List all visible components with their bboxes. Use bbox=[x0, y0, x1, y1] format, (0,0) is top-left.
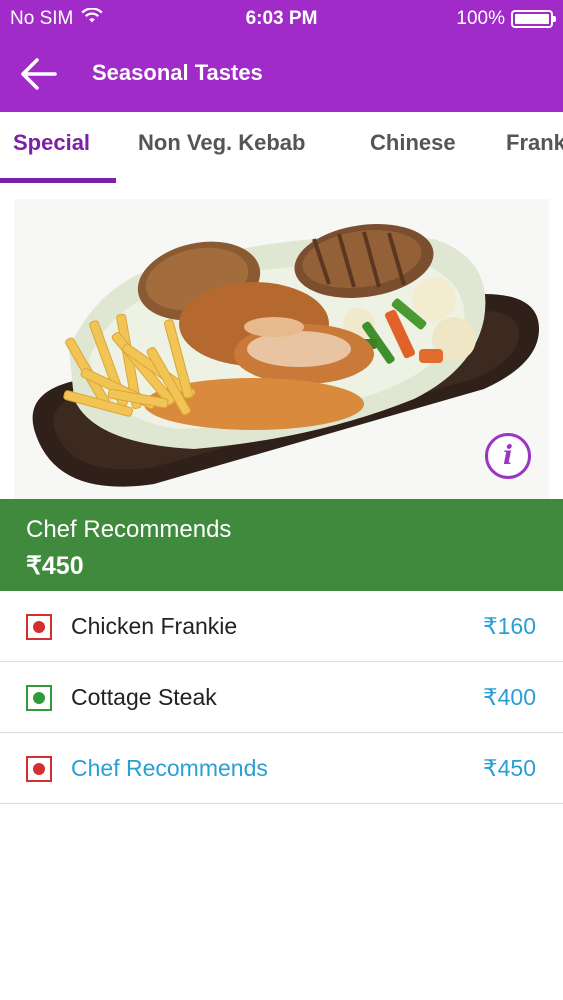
item-price: ₹400 bbox=[482, 684, 536, 710]
menu-list: Chicken Frankie ₹160 Cottage Steak ₹400 … bbox=[0, 591, 563, 804]
item-name: Chef Recommends bbox=[71, 755, 268, 781]
active-tab-indicator bbox=[0, 178, 116, 183]
category-tabs: Special Non Veg. Kebab Chinese Frankie bbox=[0, 112, 563, 184]
featured-name: Chef Recommends bbox=[26, 516, 232, 543]
item-name: Chicken Frankie bbox=[71, 613, 238, 639]
back-button[interactable] bbox=[16, 54, 60, 94]
featured-price: ₹450 bbox=[26, 552, 84, 580]
page-title: Seasonal Tastes bbox=[92, 60, 263, 85]
back-arrow-icon bbox=[21, 58, 57, 90]
item-price: ₹450 bbox=[482, 755, 536, 781]
tab-frankie[interactable]: Frankie bbox=[506, 130, 563, 156]
tab-special[interactable]: Special bbox=[13, 130, 90, 156]
featured-banner: Chef Recommends ₹450 bbox=[0, 499, 563, 591]
battery-percent: 100% bbox=[456, 8, 505, 29]
item-price: ₹160 bbox=[482, 613, 536, 639]
nav-bar: Seasonal Tastes bbox=[0, 36, 563, 112]
non-veg-icon bbox=[26, 614, 52, 640]
status-bar: No SIM 6:03 PM 100% bbox=[0, 0, 563, 36]
status-right: 100% bbox=[456, 8, 556, 30]
info-icon[interactable]: i bbox=[485, 433, 531, 479]
tab-non-veg-kebab[interactable]: Non Veg. Kebab bbox=[138, 130, 305, 156]
list-item[interactable]: Cottage Steak ₹400 bbox=[0, 662, 563, 733]
app-header: No SIM 6:03 PM 100% Seasonal Tastes bbox=[0, 0, 563, 112]
veg-icon bbox=[26, 685, 52, 711]
list-item[interactable]: Chef Recommends ₹450 bbox=[0, 733, 563, 804]
sizzler-plate-illustration bbox=[32, 224, 540, 487]
list-item[interactable]: Chicken Frankie ₹160 bbox=[0, 591, 563, 662]
non-veg-icon bbox=[26, 756, 52, 782]
item-name: Cottage Steak bbox=[71, 684, 217, 710]
battery-icon bbox=[511, 10, 556, 28]
tab-chinese[interactable]: Chinese bbox=[370, 130, 456, 156]
featured-dish-image[interactable]: i bbox=[14, 199, 549, 499]
